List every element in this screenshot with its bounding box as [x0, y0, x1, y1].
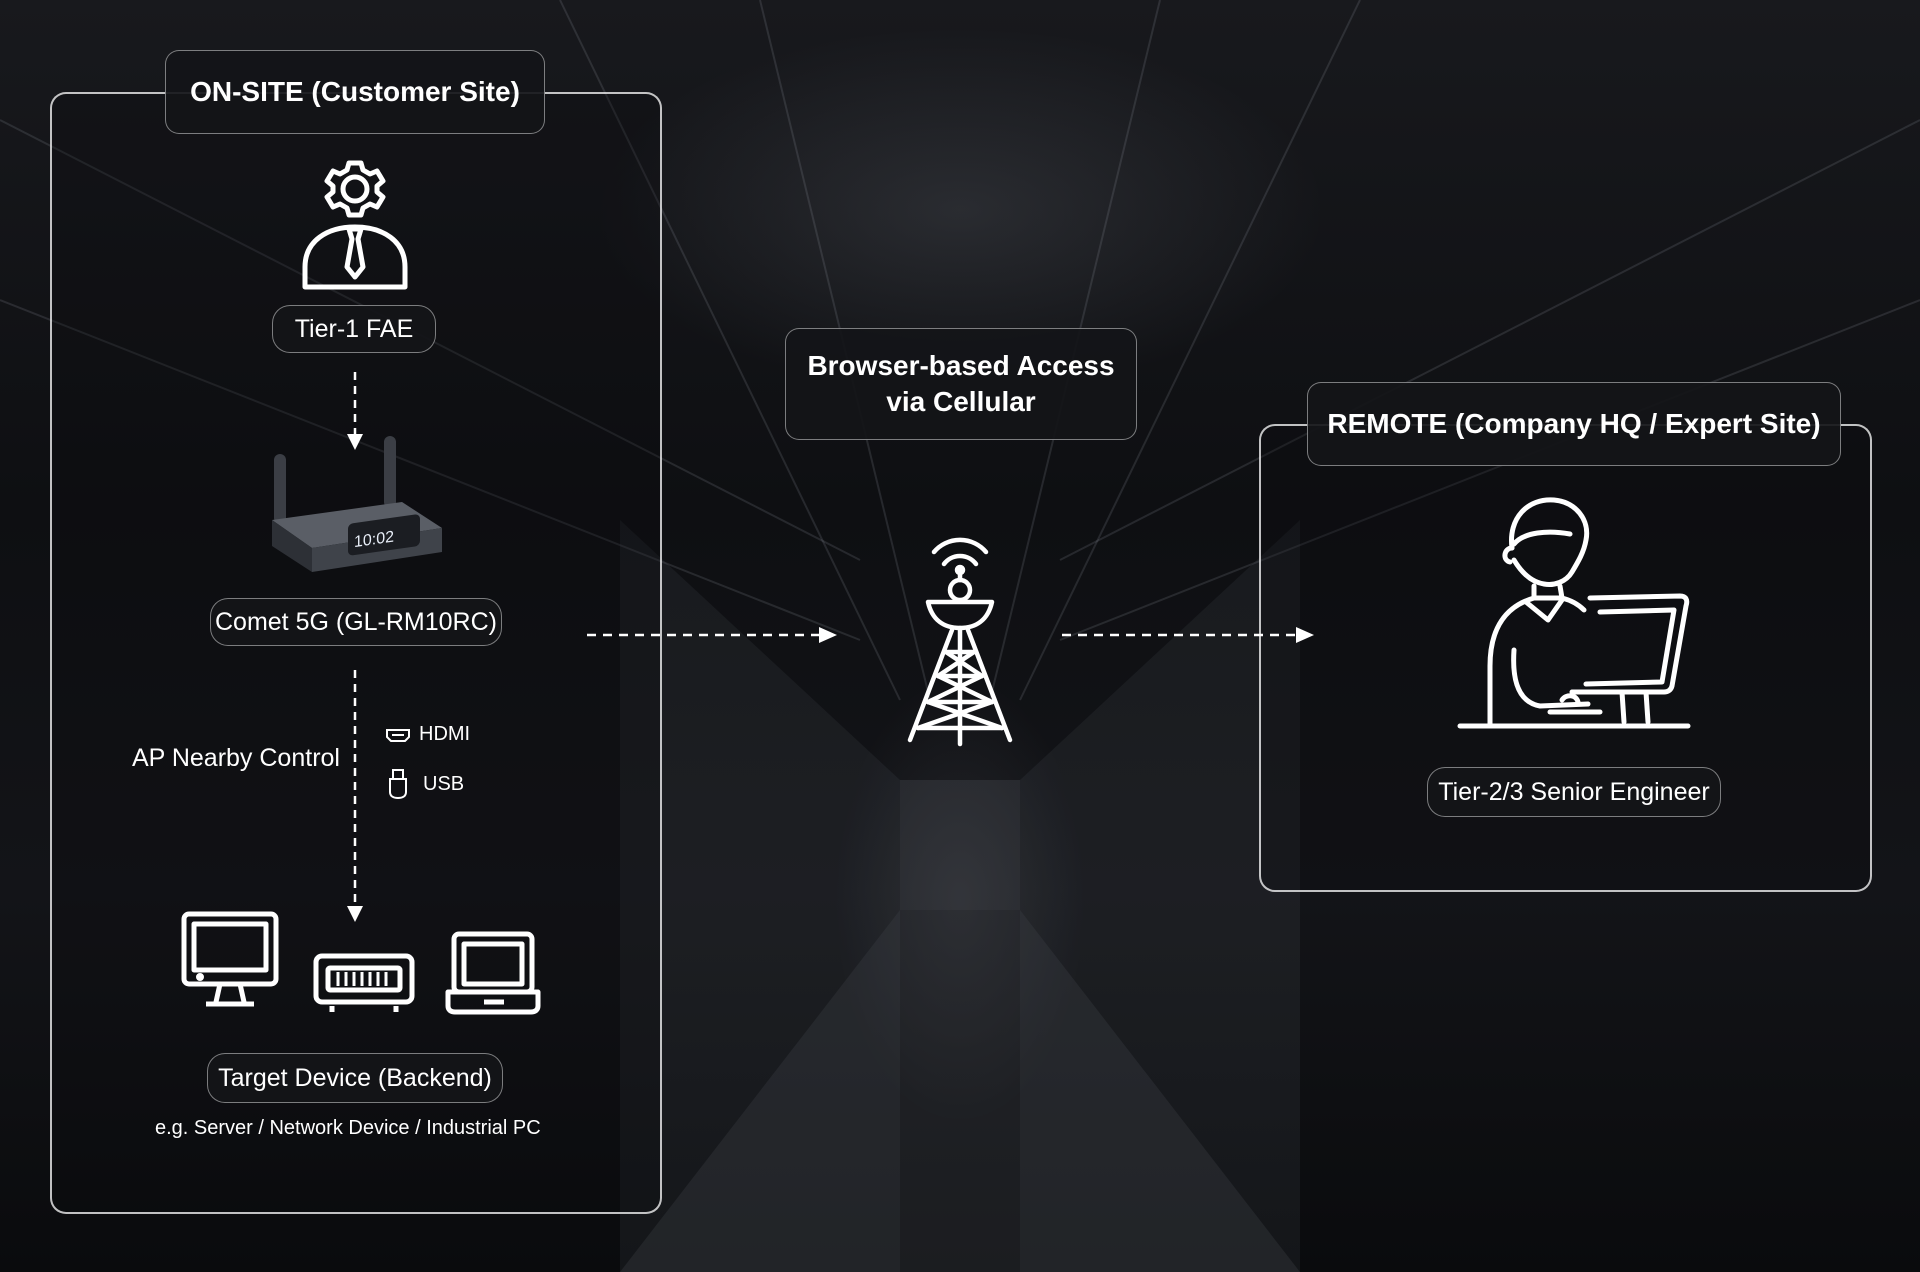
ap-nearby-control-label: AP Nearby Control — [132, 744, 340, 772]
tower-to-remote-arrow — [1062, 627, 1314, 643]
comet-router-label-text: Comet 5G (GL-RM10RC) — [215, 607, 497, 636]
cell-tower-icon — [907, 537, 1013, 747]
remote-title: REMOTE (Company HQ / Expert Site) — [1307, 382, 1841, 466]
onsite-to-tower-arrow — [587, 627, 837, 643]
hdmi-icon — [386, 729, 410, 742]
fae-person-gear-icon — [302, 160, 408, 290]
browser-access-line1: Browser-based Access — [807, 350, 1115, 381]
fae-label: Tier-1 FAE — [272, 305, 436, 353]
onsite-title-text: ON-SITE (Customer Site) — [190, 76, 520, 107]
usb-label: USB — [423, 773, 465, 795]
industrial-pc-icon — [445, 931, 541, 1015]
usb-icon — [389, 769, 407, 800]
comet-router-label: Comet 5G (GL-RM10RC) — [210, 598, 502, 646]
hdmi-label: HDMI — [419, 723, 471, 745]
onsite-title: ON-SITE (Customer Site) — [165, 50, 545, 134]
browser-access-line2: via Cellular — [886, 386, 1036, 417]
network-switch-icon — [313, 953, 415, 1012]
router-to-target-arrow — [347, 670, 363, 922]
senior-engineer-label: Tier-2/3 Senior Engineer — [1427, 767, 1721, 817]
comet-5g-router-image: 10:02 — [272, 436, 442, 572]
fae-label-text: Tier-1 FAE — [294, 314, 414, 343]
senior-engineer-label-text: Tier-2/3 Senior Engineer — [1438, 777, 1710, 806]
target-device-label-text: Target Device (Backend) — [218, 1063, 492, 1092]
senior-engineer-at-computer-icon — [1457, 497, 1691, 729]
remote-title-text: REMOTE (Company HQ / Expert Site) — [1327, 408, 1821, 439]
browser-access-title: Browser-based Access via Cellular — [785, 328, 1137, 440]
monitor-icon — [181, 911, 279, 1007]
target-examples-text: e.g. Server / Network Device / Industria… — [155, 1117, 541, 1139]
target-device-label: Target Device (Backend) — [207, 1053, 503, 1103]
